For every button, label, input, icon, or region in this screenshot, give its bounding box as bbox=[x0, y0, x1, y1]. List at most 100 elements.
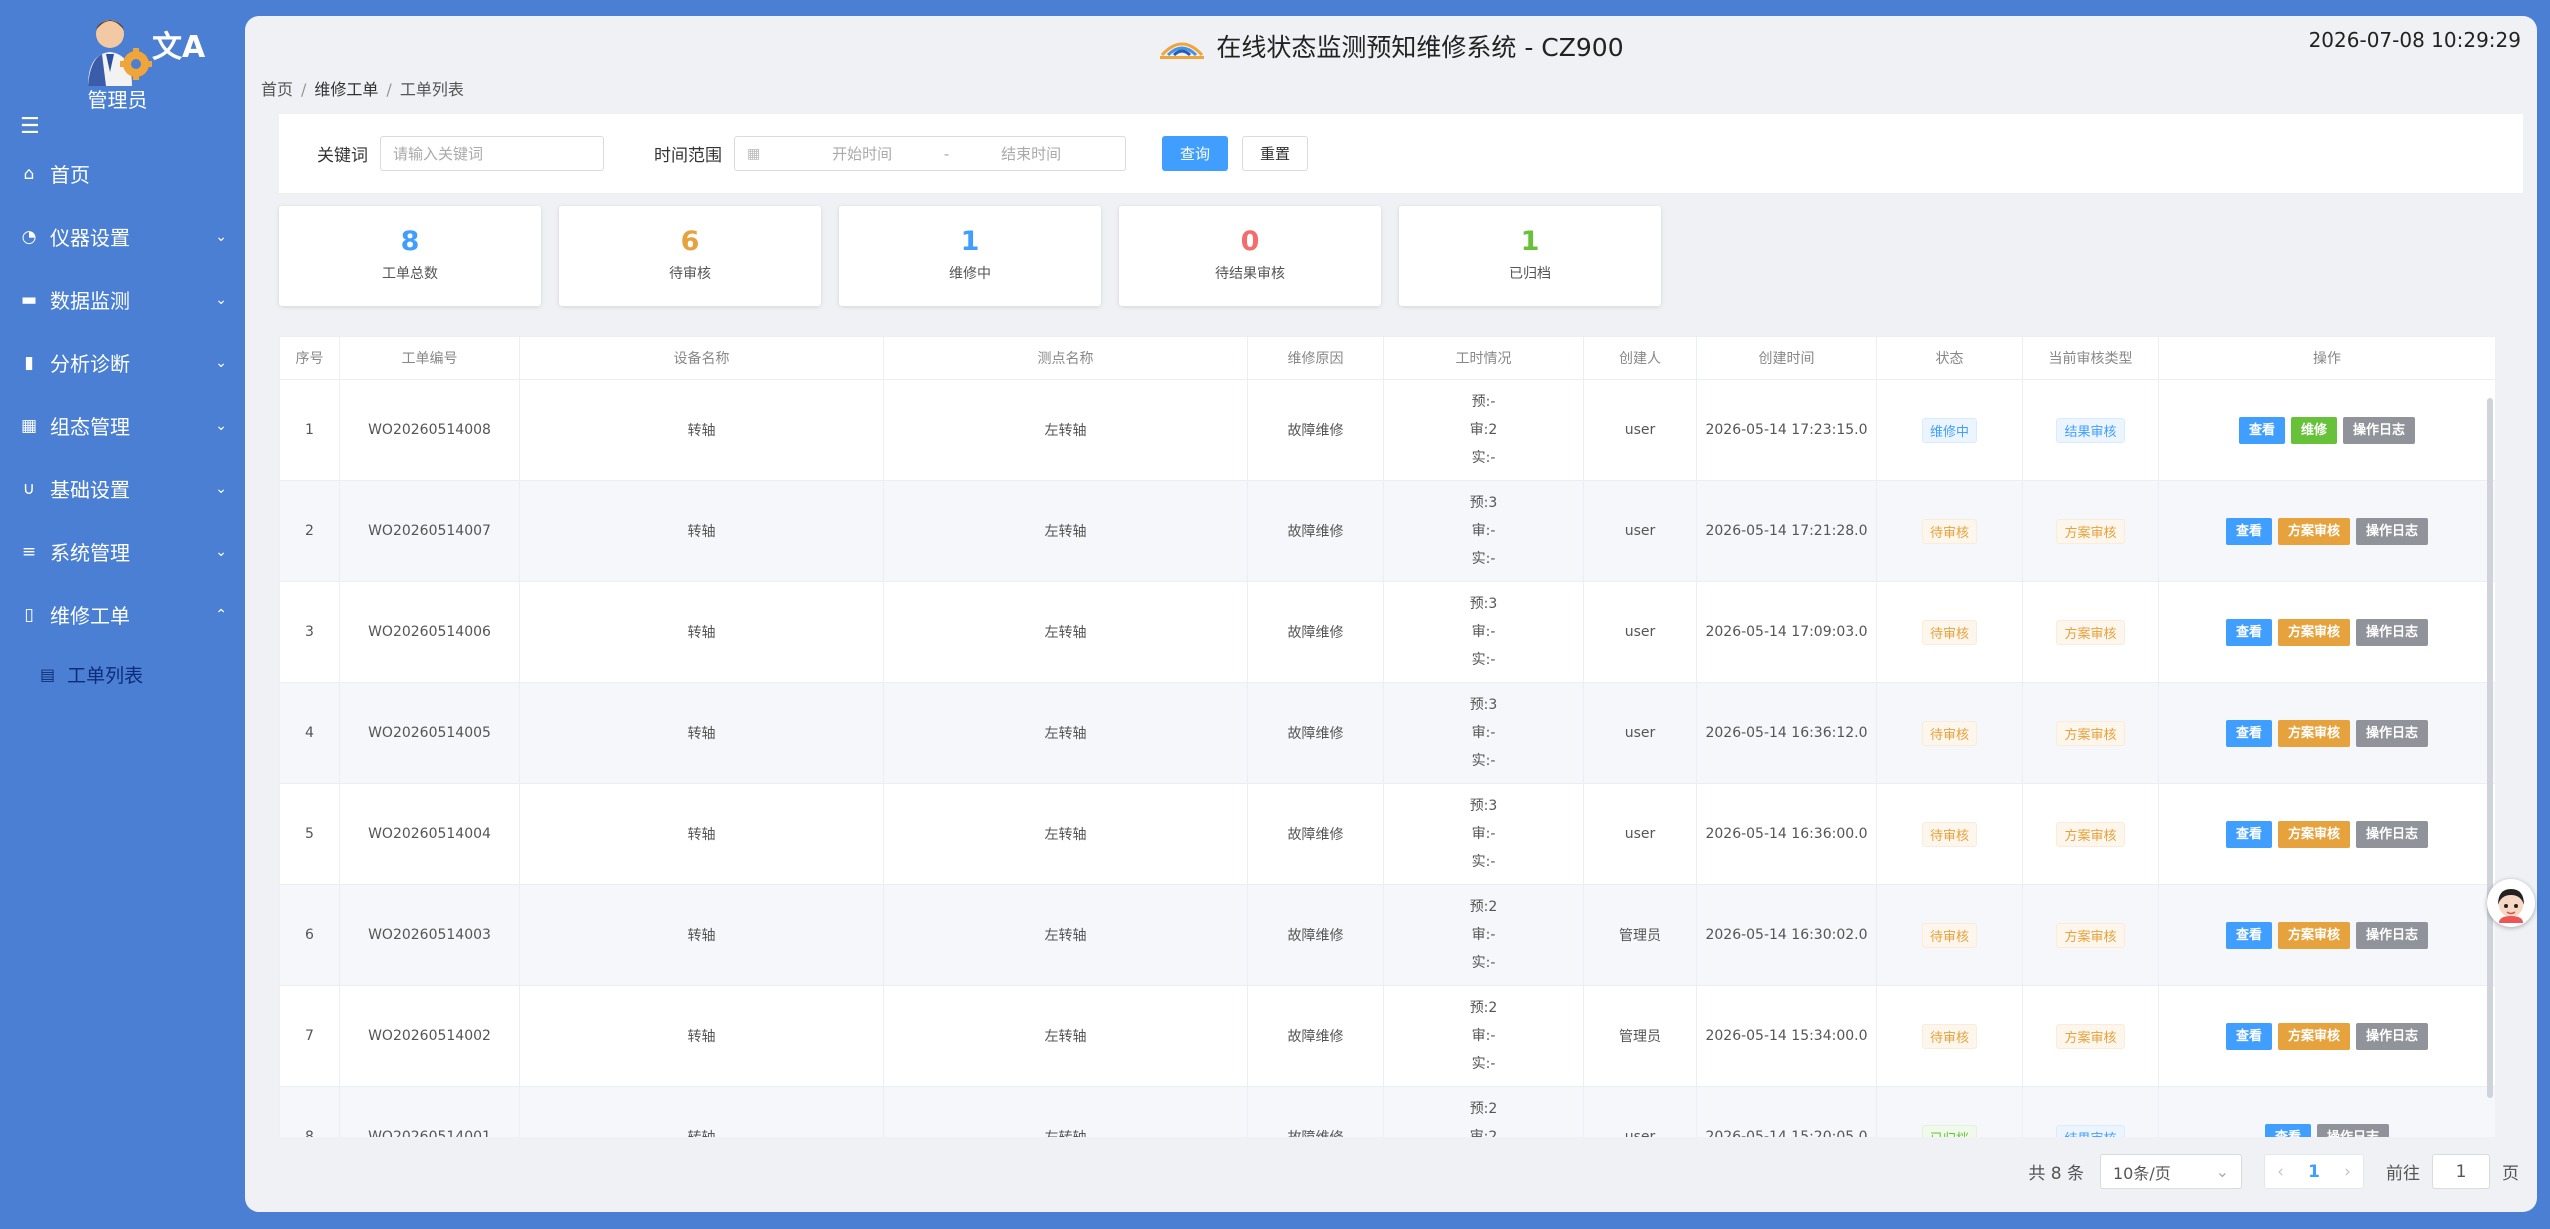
view-button[interactable]: 查看 bbox=[2225, 618, 2272, 646]
cell-device-name: 转轴 bbox=[519, 379, 884, 481]
sidebar-item-label: 首页 bbox=[50, 163, 90, 187]
bar-chart-icon: ▮ bbox=[24, 352, 34, 373]
view-button[interactable]: 查看 bbox=[2225, 517, 2272, 545]
sidebar-item-home[interactable]: ⌂ 首页 bbox=[0, 142, 245, 205]
sidebar-item-work-orders[interactable]: ▯ 维修工单 ⌃ bbox=[0, 583, 245, 646]
work-hours-line: 审:- bbox=[1471, 725, 1496, 741]
sidebar-item-instrument[interactable]: ◔ 仪器设置 ⌄ bbox=[0, 205, 245, 268]
column-header: 设备名称 bbox=[519, 336, 884, 380]
cell-creator: user bbox=[1583, 682, 1697, 784]
view-button[interactable]: 查看 bbox=[2264, 1123, 2311, 1137]
next-page-icon[interactable]: › bbox=[2344, 1162, 2351, 1182]
work-hours-line: 实:- bbox=[1471, 753, 1496, 769]
cell-creator: user bbox=[1583, 1086, 1697, 1137]
sidebar: 文A 管理员 ☰ ⌂ 首页 ◔ 仪器设置 ⌄ ▬ 数据监测 ⌄ ▮ 分析诊断 ⌄… bbox=[0, 0, 245, 1229]
translate-icon[interactable]: 文A bbox=[152, 22, 205, 66]
stat-value: 0 bbox=[1240, 226, 1260, 257]
log-button[interactable]: 操作日志 bbox=[2356, 921, 2429, 949]
menu-toggle-icon[interactable]: ☰ bbox=[20, 114, 40, 139]
page-number[interactable]: 1 bbox=[2308, 1162, 2320, 1182]
side-nav: ⌂ 首页 ◔ 仪器设置 ⌄ ▬ 数据监测 ⌄ ▮ 分析诊断 ⌄ ▦ 组态管理 ⌄… bbox=[0, 142, 245, 702]
review-button[interactable]: 方案审核 bbox=[2277, 921, 2350, 949]
table-scrollbar[interactable] bbox=[2487, 398, 2493, 1098]
cell-created-time: 2026-05-14 17:23:15.0 bbox=[1696, 379, 1877, 481]
end-time-input[interactable]: 结束时间 bbox=[949, 143, 1113, 164]
table-row: 8WO20260514001转轴左转轴故障维修预:2审:2实:-user2026… bbox=[279, 1086, 2495, 1137]
page-size-select[interactable]: 10条/页 ⌄ bbox=[2100, 1154, 2242, 1189]
sidebar-item-label: 仪器设置 bbox=[50, 226, 130, 250]
review-button[interactable]: 方案审核 bbox=[2277, 517, 2350, 545]
log-button[interactable]: 操作日志 bbox=[2317, 1123, 2390, 1137]
cell-status: 待审核 bbox=[1876, 884, 2023, 986]
column-header: 创建时间 bbox=[1696, 336, 1877, 380]
cell-actions: 查看 方案审核 操作日志 bbox=[2158, 682, 2495, 784]
cell-index: 2 bbox=[279, 480, 340, 582]
date-range-picker[interactable]: ▦ 开始时间 - 结束时间 bbox=[734, 136, 1126, 171]
sidebar-item-system[interactable]: ≡ 系统管理 ⌄ bbox=[0, 520, 245, 583]
chevron-down-icon: ⌄ bbox=[215, 354, 227, 371]
cell-index: 1 bbox=[279, 379, 340, 481]
log-button[interactable]: 操作日志 bbox=[2356, 820, 2429, 848]
breadcrumb-work-orders[interactable]: 维修工单 bbox=[314, 80, 378, 99]
review-button[interactable]: 方案审核 bbox=[2277, 618, 2350, 646]
keyword-input[interactable] bbox=[380, 136, 604, 171]
cell-index: 5 bbox=[279, 783, 340, 885]
goto-label: 前往 bbox=[2386, 1164, 2420, 1184]
start-time-input[interactable]: 开始时间 bbox=[780, 143, 944, 164]
table-header-row: 序号 工单编号 设备名称 测点名称 维修原因 工时情况 创建人 创建时间 状态 … bbox=[279, 336, 2495, 380]
cell-review-type: 结果审核 bbox=[2022, 1086, 2159, 1137]
review-button[interactable]: 方案审核 bbox=[2277, 820, 2350, 848]
cell-review-type: 方案审核 bbox=[2022, 783, 2159, 885]
view-button[interactable]: 查看 bbox=[2238, 416, 2285, 444]
page-size-value: 10条/页 bbox=[2113, 1163, 2171, 1183]
goto-page-input[interactable]: 1 bbox=[2432, 1154, 2490, 1189]
assistant-avatar[interactable] bbox=[2487, 879, 2535, 927]
cell-status: 待审核 bbox=[1876, 480, 2023, 582]
admin-avatar[interactable] bbox=[82, 12, 156, 86]
breadcrumb-current: 工单列表 bbox=[399, 80, 464, 99]
work-hours-line: 审:2 bbox=[1469, 422, 1498, 438]
column-header: 维修原因 bbox=[1247, 336, 1384, 380]
log-button[interactable]: 操作日志 bbox=[2356, 517, 2429, 545]
cell-review-type: 方案审核 bbox=[2022, 682, 2159, 784]
sidebar-item-config[interactable]: ▦ 组态管理 ⌄ bbox=[0, 394, 245, 457]
cell-device-name: 转轴 bbox=[519, 480, 884, 582]
cell-repair-reason: 故障维修 bbox=[1247, 480, 1384, 582]
fix-button[interactable]: 维修 bbox=[2290, 416, 2337, 444]
view-button[interactable]: 查看 bbox=[2225, 719, 2272, 747]
cell-point-name: 左转轴 bbox=[883, 581, 1248, 683]
log-button[interactable]: 操作日志 bbox=[2356, 618, 2429, 646]
status-badge: 待审核 bbox=[1921, 1023, 1977, 1049]
page-unit-label: 页 bbox=[2502, 1164, 2519, 1184]
view-button[interactable]: 查看 bbox=[2225, 921, 2272, 949]
work-hours-line: 审:- bbox=[1471, 523, 1496, 539]
sidebar-item-monitoring[interactable]: ▬ 数据监测 ⌄ bbox=[0, 268, 245, 331]
sidebar-item-analysis[interactable]: ▮ 分析诊断 ⌄ bbox=[0, 331, 245, 394]
sidebar-item-basic-settings[interactable]: ∪ 基础设置 ⌄ bbox=[0, 457, 245, 520]
cell-work-hours: 预:2 审:- 实:- bbox=[1383, 884, 1584, 986]
log-button[interactable]: 操作日志 bbox=[2343, 416, 2416, 444]
review-button[interactable]: 方案审核 bbox=[2277, 719, 2350, 747]
cell-index: 4 bbox=[279, 682, 340, 784]
breadcrumb-home[interactable]: 首页 bbox=[261, 80, 293, 99]
search-button[interactable]: 查询 bbox=[1162, 136, 1228, 171]
cell-repair-reason: 故障维修 bbox=[1247, 884, 1384, 986]
prev-page-icon[interactable]: ‹ bbox=[2277, 1162, 2284, 1182]
log-button[interactable]: 操作日志 bbox=[2356, 719, 2429, 747]
sidebar-subitem-work-order-list[interactable]: ▤ 工单列表 bbox=[0, 646, 245, 702]
cell-order-code: WO20260514004 bbox=[339, 783, 520, 885]
work-hours-line: 预:3 bbox=[1469, 798, 1498, 814]
reset-button[interactable]: 重置 bbox=[1242, 136, 1308, 171]
work-hours-line: 预:3 bbox=[1469, 596, 1498, 612]
work-hours-line: 实:- bbox=[1471, 955, 1496, 971]
view-button[interactable]: 查看 bbox=[2225, 1022, 2272, 1050]
review-button[interactable]: 方案审核 bbox=[2277, 1022, 2350, 1050]
log-button[interactable]: 操作日志 bbox=[2356, 1022, 2429, 1050]
view-button[interactable]: 查看 bbox=[2225, 820, 2272, 848]
chevron-down-icon: ⌄ bbox=[215, 228, 227, 245]
stat-pending-review: 6 待审核 bbox=[559, 206, 821, 306]
stat-label: 待审核 bbox=[669, 266, 711, 282]
calendar-icon: ▦ bbox=[747, 145, 761, 162]
home-icon: ⌂ bbox=[23, 163, 35, 184]
work-hours-line: 预:3 bbox=[1469, 495, 1498, 511]
